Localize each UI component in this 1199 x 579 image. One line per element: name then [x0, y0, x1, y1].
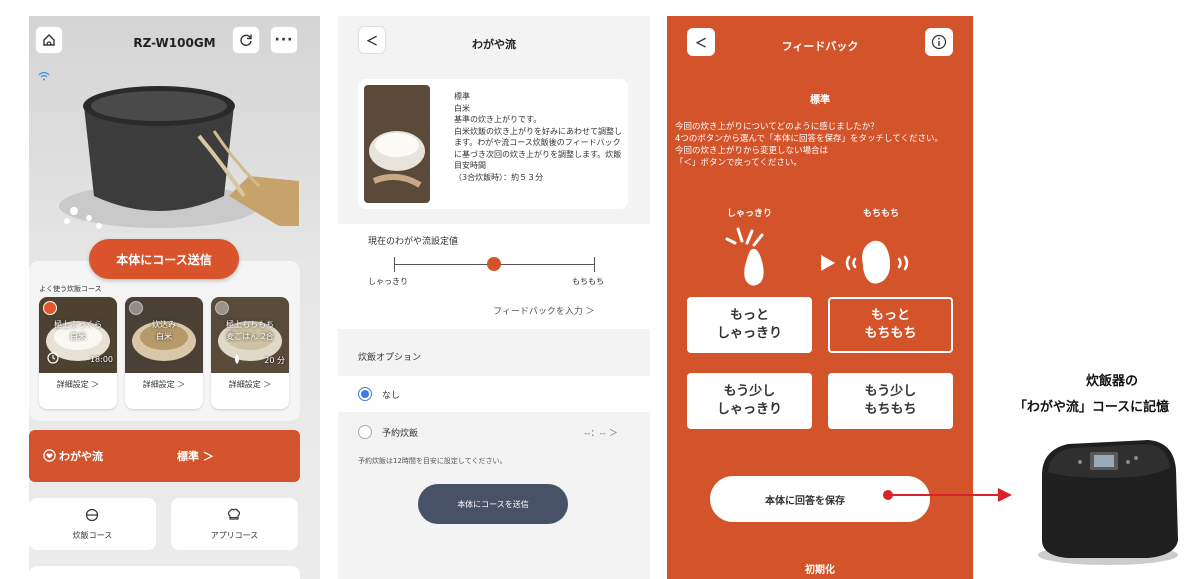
timer-note: 予約炊飯は12時間を目安に設定してください。	[358, 457, 507, 465]
option-timer-label: 予約炊飯	[382, 429, 419, 439]
send-course-button[interactable]: 本体にコース送信	[89, 239, 239, 279]
course-card[interactable]: 極上もちもち 麦ごはん 2合 20 分 詳細設定 ＞	[211, 297, 289, 409]
screen-title: わがや流	[472, 38, 516, 51]
course-time: 20 分	[264, 356, 285, 365]
send-course-button[interactable]: 本体にコースを送信	[418, 484, 568, 524]
rice-course-label: 炊飯コース	[72, 531, 113, 540]
course-select-radio[interactable]	[129, 301, 143, 315]
wagaya-course-bar[interactable]: わがや流 標準 ＞	[29, 430, 300, 482]
detail-settings-link[interactable]: 詳細設定 ＞	[125, 379, 203, 390]
home-screen: RZ-W100GM ··· 本体にコース送信 よく使う炊飯コース 極上ふっくら …	[29, 16, 320, 579]
annotation-line-2: 「わがや流」コースに記憶	[1013, 400, 1170, 415]
app-course-button[interactable]: アプリコース	[171, 498, 298, 550]
app-course-label: アプリコース	[210, 531, 259, 540]
setting-section: 現在のわがや流設定値 しゃっきり もちもち フィードバックを入力 ＞	[338, 224, 650, 329]
option-none-label: なし	[382, 391, 401, 401]
course-description: 標準 白米 基準の炊き上がりです。 白米炊飯の炊き上がりを好みにあわせて調整しま…	[454, 92, 622, 182]
option-timer-row[interactable]: 予約炊飯 --：-- ＞	[338, 413, 650, 451]
more-mochimochi-button[interactable]: もっと もちもち	[828, 297, 953, 353]
course-name: 炊込み 白米	[152, 320, 176, 341]
slider-tick	[394, 257, 395, 272]
slightly-shakkiri-button[interactable]: もう少し しゃっきり	[687, 373, 812, 429]
annotation-line-1: 炊飯器の	[1085, 374, 1138, 389]
course-name: 極上ふっくら 白米	[54, 320, 102, 341]
refresh-icon	[240, 34, 252, 46]
refresh-button[interactable]	[232, 26, 260, 54]
label-shakkiri: しゃっきり	[727, 209, 773, 219]
timer-value[interactable]: --：-- ＞	[584, 426, 618, 439]
wagaya-label: わがや流	[59, 450, 103, 463]
course-select-radio[interactable]	[43, 301, 57, 315]
setting-label: 現在のわがや流設定値	[368, 237, 459, 247]
timer-icon	[47, 352, 59, 364]
course-select-radio[interactable]	[215, 301, 229, 315]
next-panel	[29, 566, 300, 579]
feedback-link[interactable]: フィードバックを入力 ＞	[493, 304, 595, 317]
feedback-subtitle: 標準	[810, 95, 830, 106]
info-icon	[931, 34, 947, 50]
course-time: 18:00	[89, 355, 113, 364]
slider-knob[interactable]	[487, 257, 501, 271]
more-shakkiri-button[interactable]: もっと しゃっきり	[687, 297, 812, 353]
options-label: 炊飯オプション	[358, 353, 422, 363]
favorites-label: よく使う炊飯コース	[39, 285, 102, 293]
slightly-mochimochi-button[interactable]: もう少し もちもち	[828, 373, 953, 429]
course-info-card: 標準 白米 基準の炊き上がりです。 白米炊飯の炊き上がりを好みにあわせて調整しま…	[358, 79, 628, 209]
water-drop-icon	[235, 354, 239, 364]
course-name: 極上もちもち 麦ごはん 2合	[226, 320, 274, 341]
option-timer-radio[interactable]	[358, 425, 372, 439]
slider-tick	[594, 257, 595, 272]
more-button[interactable]: ···	[270, 26, 298, 54]
rice-bowl-photo	[364, 85, 430, 203]
slider-left-label: しゃっきり	[368, 277, 408, 286]
rice-cooker-pot-image	[59, 86, 299, 229]
label-mochimochi: もちもち	[863, 209, 900, 219]
course-card[interactable]: 炊込み 白米 詳細設定 ＞	[125, 297, 203, 409]
rice-pot-icon	[85, 508, 99, 522]
arrow-connector	[883, 488, 1012, 502]
wagaya-value: 標準 ＞	[177, 450, 214, 463]
wagaya-screen: ＜ わがや流 標準 白米 基準の炊き上がりです。 白米炊飯の炊き上がりを好みにあ…	[338, 16, 650, 579]
shakkiri-grain-icon	[725, 227, 764, 286]
slider-right-label: もちもち	[572, 277, 604, 286]
reset-link[interactable]: 初期化	[667, 561, 973, 576]
course-card[interactable]: 極上ふっくら 白米 18:00 詳細設定 ＞	[39, 297, 117, 409]
heart-icon	[43, 449, 56, 462]
more-icon: ···	[274, 32, 294, 48]
rice-cooker-image	[1038, 440, 1178, 565]
info-button[interactable]	[925, 28, 953, 56]
mochimochi-grain-icon	[821, 240, 909, 284]
feedback-instructions: 今回の炊き上がりについてどのように感じましたか？ 4つのボタンから選んで「本体に…	[675, 122, 943, 168]
option-none-row[interactable]: なし	[338, 376, 650, 412]
rice-course-button[interactable]: 炊飯コース	[29, 498, 156, 550]
detail-settings-link[interactable]: 詳細設定 ＞	[211, 379, 289, 390]
option-none-radio[interactable]	[358, 387, 372, 401]
chef-hat-icon	[227, 508, 241, 520]
detail-settings-link[interactable]: 詳細設定 ＞	[39, 379, 117, 390]
